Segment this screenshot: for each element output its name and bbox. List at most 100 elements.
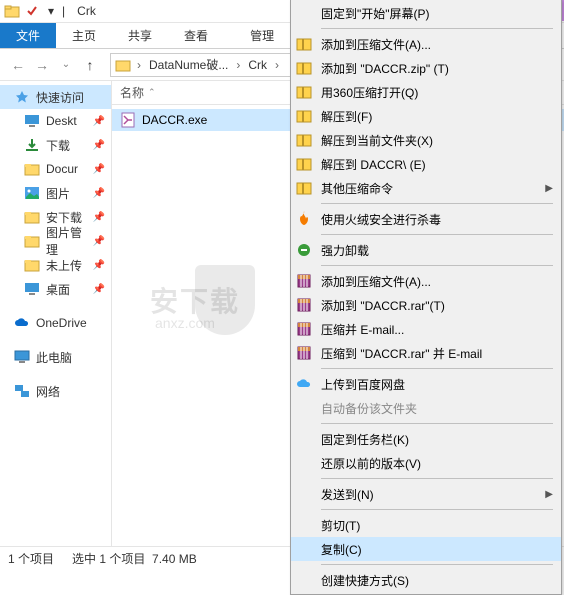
- menu-item-icon: [295, 375, 313, 393]
- menu-item-label: 解压到 DACCR\ (E): [321, 156, 426, 173]
- sidebar-quick-access[interactable]: 快速访问: [0, 85, 111, 109]
- context-menu-item[interactable]: 创建快捷方式(S): [291, 568, 561, 592]
- menu-item-icon: [295, 83, 313, 101]
- folder-icon: [24, 113, 40, 129]
- menu-item-label: 固定到任务栏(K): [321, 431, 409, 448]
- status-selection: 选中 1 个项目 7.40 MB: [72, 550, 197, 567]
- breadcrumb-segment[interactable]: Crk: [246, 58, 269, 72]
- chevron-right-icon: ▶: [545, 183, 553, 194]
- menu-item-label: 压缩并 E-mail...: [321, 321, 404, 338]
- pin-icon: 📌: [93, 140, 105, 151]
- tab-home[interactable]: 主页: [56, 23, 112, 48]
- menu-item-icon: [295, 107, 313, 125]
- sidebar-item[interactable]: 图片📌: [0, 181, 111, 205]
- context-menu-item[interactable]: 使用火绒安全进行杀毒: [291, 207, 561, 231]
- menu-item-icon: [295, 399, 313, 417]
- menu-item-icon: [295, 296, 313, 314]
- context-menu-item[interactable]: 添加到 "DACCR.zip" (T): [291, 56, 561, 80]
- context-menu-item[interactable]: 添加到 "DACCR.rar"(T): [291, 293, 561, 317]
- context-menu-item[interactable]: 添加到压缩文件(A)...: [291, 32, 561, 56]
- context-menu-item[interactable]: 上传到百度网盘: [291, 372, 561, 396]
- sidebar-network[interactable]: 网络: [0, 379, 111, 403]
- folder-icon: [24, 161, 40, 177]
- pin-icon: 📌: [93, 212, 105, 223]
- sidebar-item[interactable]: 下载📌: [0, 133, 111, 157]
- folder-icon: [24, 137, 40, 153]
- context-menu-item[interactable]: 还原以前的版本(V): [291, 451, 561, 475]
- menu-item-label: 固定到"开始"屏幕(P): [321, 5, 430, 22]
- star-icon: [14, 89, 30, 105]
- sidebar-this-pc[interactable]: 此电脑: [0, 345, 111, 369]
- context-menu-item[interactable]: 固定到任务栏(K): [291, 427, 561, 451]
- menu-item-label: 还原以前的版本(V): [321, 455, 421, 472]
- sidebar: 快速访问 Deskt📌下载📌Docur📌图片📌安下载📌图片管理📌未上传📌桌面📌 …: [0, 81, 112, 546]
- tab-view[interactable]: 查看: [168, 23, 224, 48]
- check-icon[interactable]: [24, 3, 40, 19]
- folder-icon: [24, 281, 40, 297]
- menu-item-label: 创建快捷方式(S): [321, 572, 409, 589]
- folder-icon: [24, 185, 40, 201]
- menu-item-label: 发送到(N): [321, 486, 374, 503]
- context-menu-item[interactable]: 剪切(T): [291, 513, 561, 537]
- cloud-icon: [14, 315, 30, 331]
- tab-manage[interactable]: 管理: [234, 23, 290, 48]
- sidebar-item[interactable]: 桌面📌: [0, 277, 111, 301]
- context-menu-item[interactable]: 强力卸载: [291, 238, 561, 262]
- menu-item-label: 解压到(F): [321, 108, 372, 125]
- recent-dropdown[interactable]: ⌄: [54, 53, 78, 77]
- context-menu-item[interactable]: 添加到压缩文件(A)...: [291, 269, 561, 293]
- menu-item-label: 复制(C): [321, 541, 362, 558]
- folder-icon: [24, 209, 40, 225]
- menu-item-icon: [295, 344, 313, 362]
- context-menu-item[interactable]: 解压到当前文件夹(X): [291, 128, 561, 152]
- menu-item-icon: [295, 454, 313, 472]
- chevron-right-icon[interactable]: ›: [234, 58, 242, 72]
- menu-item-icon: [295, 210, 313, 228]
- sidebar-onedrive[interactable]: OneDrive: [0, 311, 111, 335]
- context-menu-item[interactable]: 复制(C): [291, 537, 561, 561]
- context-menu-item[interactable]: 用360压缩打开(Q): [291, 80, 561, 104]
- menu-item-icon: [295, 485, 313, 503]
- menu-item-label: 其他压缩命令: [321, 180, 393, 197]
- chevron-right-icon[interactable]: ›: [135, 58, 143, 72]
- tab-file[interactable]: 文件: [0, 23, 56, 48]
- sidebar-item[interactable]: Docur📌: [0, 157, 111, 181]
- context-menu: 固定到"开始"屏幕(P)添加到压缩文件(A)...添加到 "DACCR.zip"…: [290, 0, 562, 595]
- monitor-icon: [14, 349, 30, 365]
- context-menu-item[interactable]: 发送到(N)▶: [291, 482, 561, 506]
- breadcrumb-segment[interactable]: DataNume破...: [147, 56, 230, 73]
- context-menu-item[interactable]: 压缩到 "DACCR.rar" 并 E-mail: [291, 341, 561, 365]
- pin-icon: 📌: [93, 236, 105, 247]
- menu-item-icon: [295, 241, 313, 259]
- up-button[interactable]: ↑: [78, 53, 102, 77]
- menu-item-icon: [295, 516, 313, 534]
- window-title: Crk: [69, 4, 104, 18]
- menu-item-icon: [295, 320, 313, 338]
- menu-item-icon: [295, 179, 313, 197]
- menu-item-icon: [295, 4, 313, 22]
- menu-item-icon: [295, 540, 313, 558]
- sidebar-item[interactable]: Deskt📌: [0, 109, 111, 133]
- context-menu-item[interactable]: 压缩并 E-mail...: [291, 317, 561, 341]
- context-menu-item[interactable]: 固定到"开始"屏幕(P): [291, 1, 561, 25]
- sidebar-item[interactable]: 未上传📌: [0, 253, 111, 277]
- file-name: DACCR.exe: [142, 113, 207, 127]
- menu-item-label: 上传到百度网盘: [321, 376, 405, 393]
- chevron-right-icon[interactable]: ›: [273, 58, 281, 72]
- qat-more[interactable]: ▾: [44, 4, 58, 18]
- status-item-count: 1 个项目: [8, 550, 54, 567]
- context-menu-item[interactable]: 解压到 DACCR\ (E): [291, 152, 561, 176]
- context-menu-item: 自动备份该文件夹: [291, 396, 561, 420]
- sidebar-item[interactable]: 图片管理📌: [0, 229, 111, 253]
- context-menu-item[interactable]: 解压到(F): [291, 104, 561, 128]
- tab-share[interactable]: 共享: [112, 23, 168, 48]
- pin-icon: 📌: [93, 284, 105, 295]
- chevron-up-icon: ⌃: [148, 87, 156, 98]
- context-menu-item[interactable]: 其他压缩命令 ▶: [291, 176, 561, 200]
- pin-icon: 📌: [93, 188, 105, 199]
- menu-item-label: 添加到压缩文件(A)...: [321, 273, 431, 290]
- menu-item-icon: [295, 155, 313, 173]
- back-button[interactable]: ←: [6, 53, 30, 77]
- menu-item-icon: [295, 35, 313, 53]
- pin-icon: 📌: [93, 260, 105, 271]
